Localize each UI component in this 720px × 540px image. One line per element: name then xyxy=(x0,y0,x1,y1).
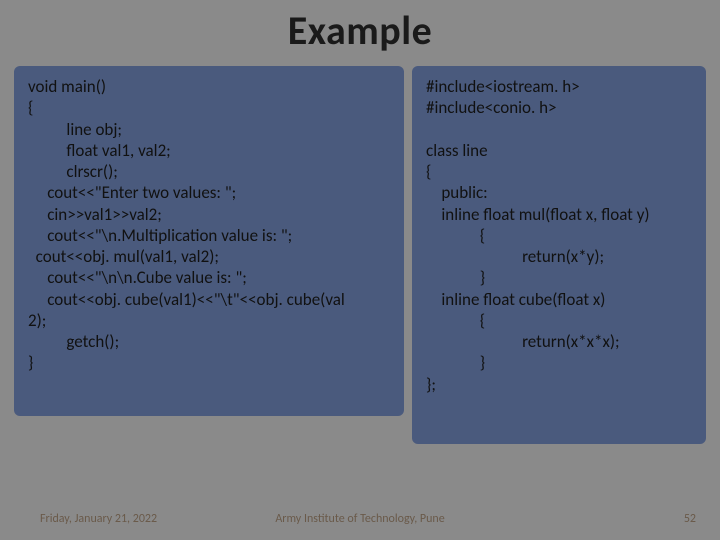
code-panel-left: void main() { line obj; float val1, val2… xyxy=(14,66,404,416)
code-block-main: void main() { line obj; float val1, val2… xyxy=(28,76,390,374)
footer-org: Army Institute of Technology, Pune xyxy=(0,512,720,526)
slide-footer: Friday, January 21, 2022 Army Institute … xyxy=(0,512,720,530)
slide: Example void main() { line obj; float va… xyxy=(0,0,720,540)
code-block-class: #include<iostream. h> #include<conio. h>… xyxy=(426,76,692,395)
footer-page-number: 52 xyxy=(684,512,696,526)
code-panel-right: #include<iostream. h> #include<conio. h>… xyxy=(412,66,706,444)
slide-title: Example xyxy=(0,0,720,55)
